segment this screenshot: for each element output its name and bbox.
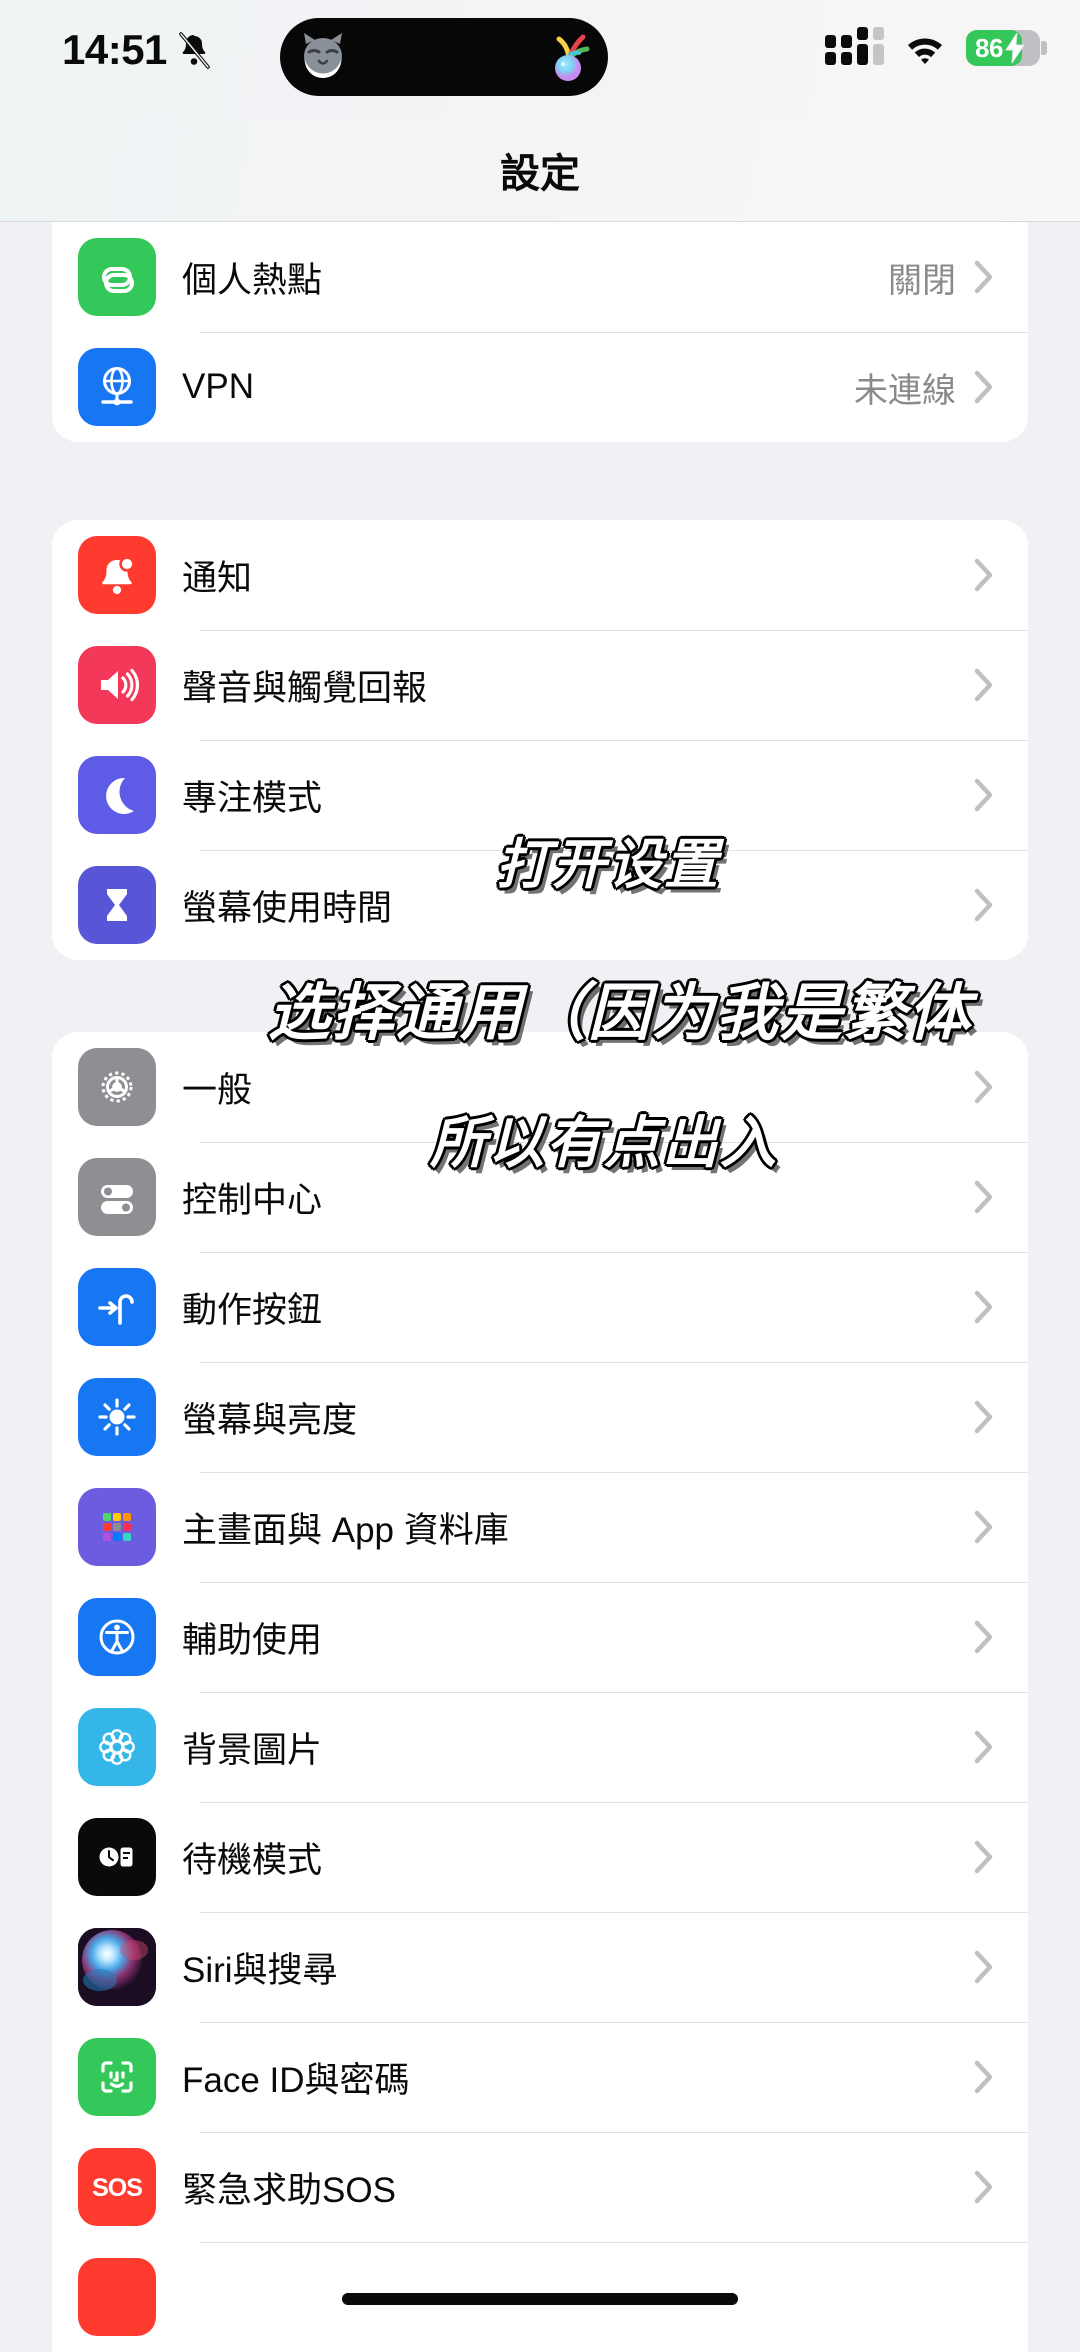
settings-row-notifications[interactable]: 通知 [52,520,1028,630]
focus-moon-icon [78,756,156,834]
settings-row-label: 待機模式 [182,1840,323,1880]
settings-row-label: 動作按鈕 [182,1290,323,1330]
chevron-right-icon [974,370,994,404]
emergency-sos-icon: SOS [78,2148,156,2226]
settings-row-sounds-haptics[interactable]: 聲音與觸覺回報 [52,630,1028,740]
settings-group-system: 一般 控制中心 動作按鈕 螢幕與亮度 主畫面與 App 資料庫 輔助使用 背景圖… [52,1032,1028,2352]
settings-row-label: 專注模式 [182,778,323,818]
vpn-globe-icon [78,348,156,426]
settings-row-label: 通知 [182,558,253,598]
settings-row-value: 關閉 [888,261,956,300]
wallpaper-flower-icon [78,1708,156,1786]
status-bar-right: 86 [825,27,1047,68]
control-center-toggles-icon [78,1158,156,1236]
settings-row-screen-time[interactable]: 螢幕使用時間 [52,850,1028,960]
navigation-bar: 設定 [0,118,1080,222]
accessibility-icon [78,1598,156,1676]
settings-row-label: VPN [182,367,254,406]
bell-slash-icon [177,31,211,69]
svg-text:SOS: SOS [92,2174,142,2202]
chevron-right-icon [974,2060,994,2094]
chevron-right-icon [974,1400,994,1434]
settings-row-focus[interactable]: 專注模式 [52,740,1028,850]
chevron-right-icon [974,1730,994,1764]
chevron-right-icon [974,1950,994,1984]
chevron-right-icon [974,888,994,922]
settings-row-face-id[interactable]: Face ID與密碼 [52,2022,1028,2132]
home-indicator-bar[interactable] [342,2293,738,2305]
dynamic-island[interactable] [280,18,608,96]
settings-row-label: 輔助使用 [182,1620,323,1660]
notifications-bell-icon [78,536,156,614]
settings-list[interactable]: 個人熱點 關閉 VPN 未連線 通知 聲音與觸覺回報 專注模式 螢幕使用時間 一… [0,222,1080,2352]
settings-group-alerts: 通知 聲音與觸覺回報 專注模式 螢幕使用時間 [52,520,1028,960]
chevron-right-icon [974,1840,994,1874]
charging-bolt-icon [1004,32,1026,68]
chevron-right-icon [974,1180,994,1214]
sounds-haptics-icon [78,646,156,724]
chevron-right-icon [974,558,994,592]
settings-row-siri-search[interactable]: Siri與搜尋 [52,1912,1028,2022]
settings-row-label: 螢幕與亮度 [182,1400,358,1440]
battery-percent-label: 86 [975,32,1003,63]
settings-row-label: 主畫面與 App 資料庫 [182,1510,509,1550]
wifi-icon [904,32,946,64]
settings-row-general[interactable]: 一般 [52,1032,1028,1142]
settings-row-personal-hotspot[interactable]: 個人熱點 關閉 [52,222,1028,332]
face-id-icon [78,2038,156,2116]
battery-cap [1041,41,1047,55]
chevron-right-icon [974,778,994,812]
settings-row-value: 未連線 [854,371,956,410]
screen-time-hourglass-icon [78,866,156,944]
settings-row-label: 控制中心 [182,1180,323,1220]
chevron-right-icon [974,1070,994,1104]
settings-row-label: Siri與搜尋 [182,1950,338,1990]
settings-row-label: 螢幕使用時間 [182,888,393,928]
chevron-right-icon [974,2170,994,2204]
chevron-right-icon [974,1290,994,1324]
status-bar-left: 14:51 [62,26,211,74]
page-title: 設定 [500,151,580,196]
settings-row-label: 聲音與觸覺回報 [182,668,428,708]
chevron-right-icon [974,1510,994,1544]
settings-row-control-center[interactable]: 控制中心 [52,1142,1028,1252]
personal-hotspot-icon [78,238,156,316]
chevron-right-icon [974,668,994,702]
general-gear-icon [78,1048,156,1126]
settings-row-emergency-sos[interactable]: SOS 緊急求助SOS [52,2132,1028,2242]
standby-clock-icon [78,1818,156,1896]
home-screen-app-library-icon [78,1488,156,1566]
cellular-signal-icon [825,27,884,65]
battery-indicator: 86 [966,30,1047,68]
fruit-plant-icon [544,30,594,84]
settings-row-label: Face ID與密碼 [182,2060,410,2100]
settings-row-accessibility[interactable]: 輔助使用 [52,1582,1028,1692]
chevron-right-icon [974,260,994,294]
cat-face-icon [294,28,352,86]
settings-row-label: 個人熱點 [182,260,323,300]
settings-row-label: 緊急求助SOS [182,2170,396,2210]
settings-row-display-brightness[interactable]: 螢幕與亮度 [52,1362,1028,1472]
siri-orb-icon [78,1928,156,2006]
settings-row-wallpaper[interactable]: 背景圖片 [52,1692,1028,1802]
settings-row-standby[interactable]: 待機模式 [52,1802,1028,1912]
display-brightness-sun-icon [78,1378,156,1456]
settings-row-action-button[interactable]: 動作按鈕 [52,1252,1028,1362]
partial-row-icon [78,2258,156,2336]
action-button-icon [78,1268,156,1346]
clock-time: 14:51 [62,26,167,73]
settings-group-connectivity: 個人熱點 關閉 VPN 未連線 [52,222,1028,442]
status-bar: 14:51 86 [0,0,1080,118]
settings-row-label: 一般 [182,1070,253,1110]
settings-row-home-screen[interactable]: 主畫面與 App 資料庫 [52,1472,1028,1582]
chevron-right-icon [974,1620,994,1654]
settings-row-vpn[interactable]: VPN 未連線 [52,332,1028,442]
settings-row-label: 背景圖片 [182,1730,323,1770]
